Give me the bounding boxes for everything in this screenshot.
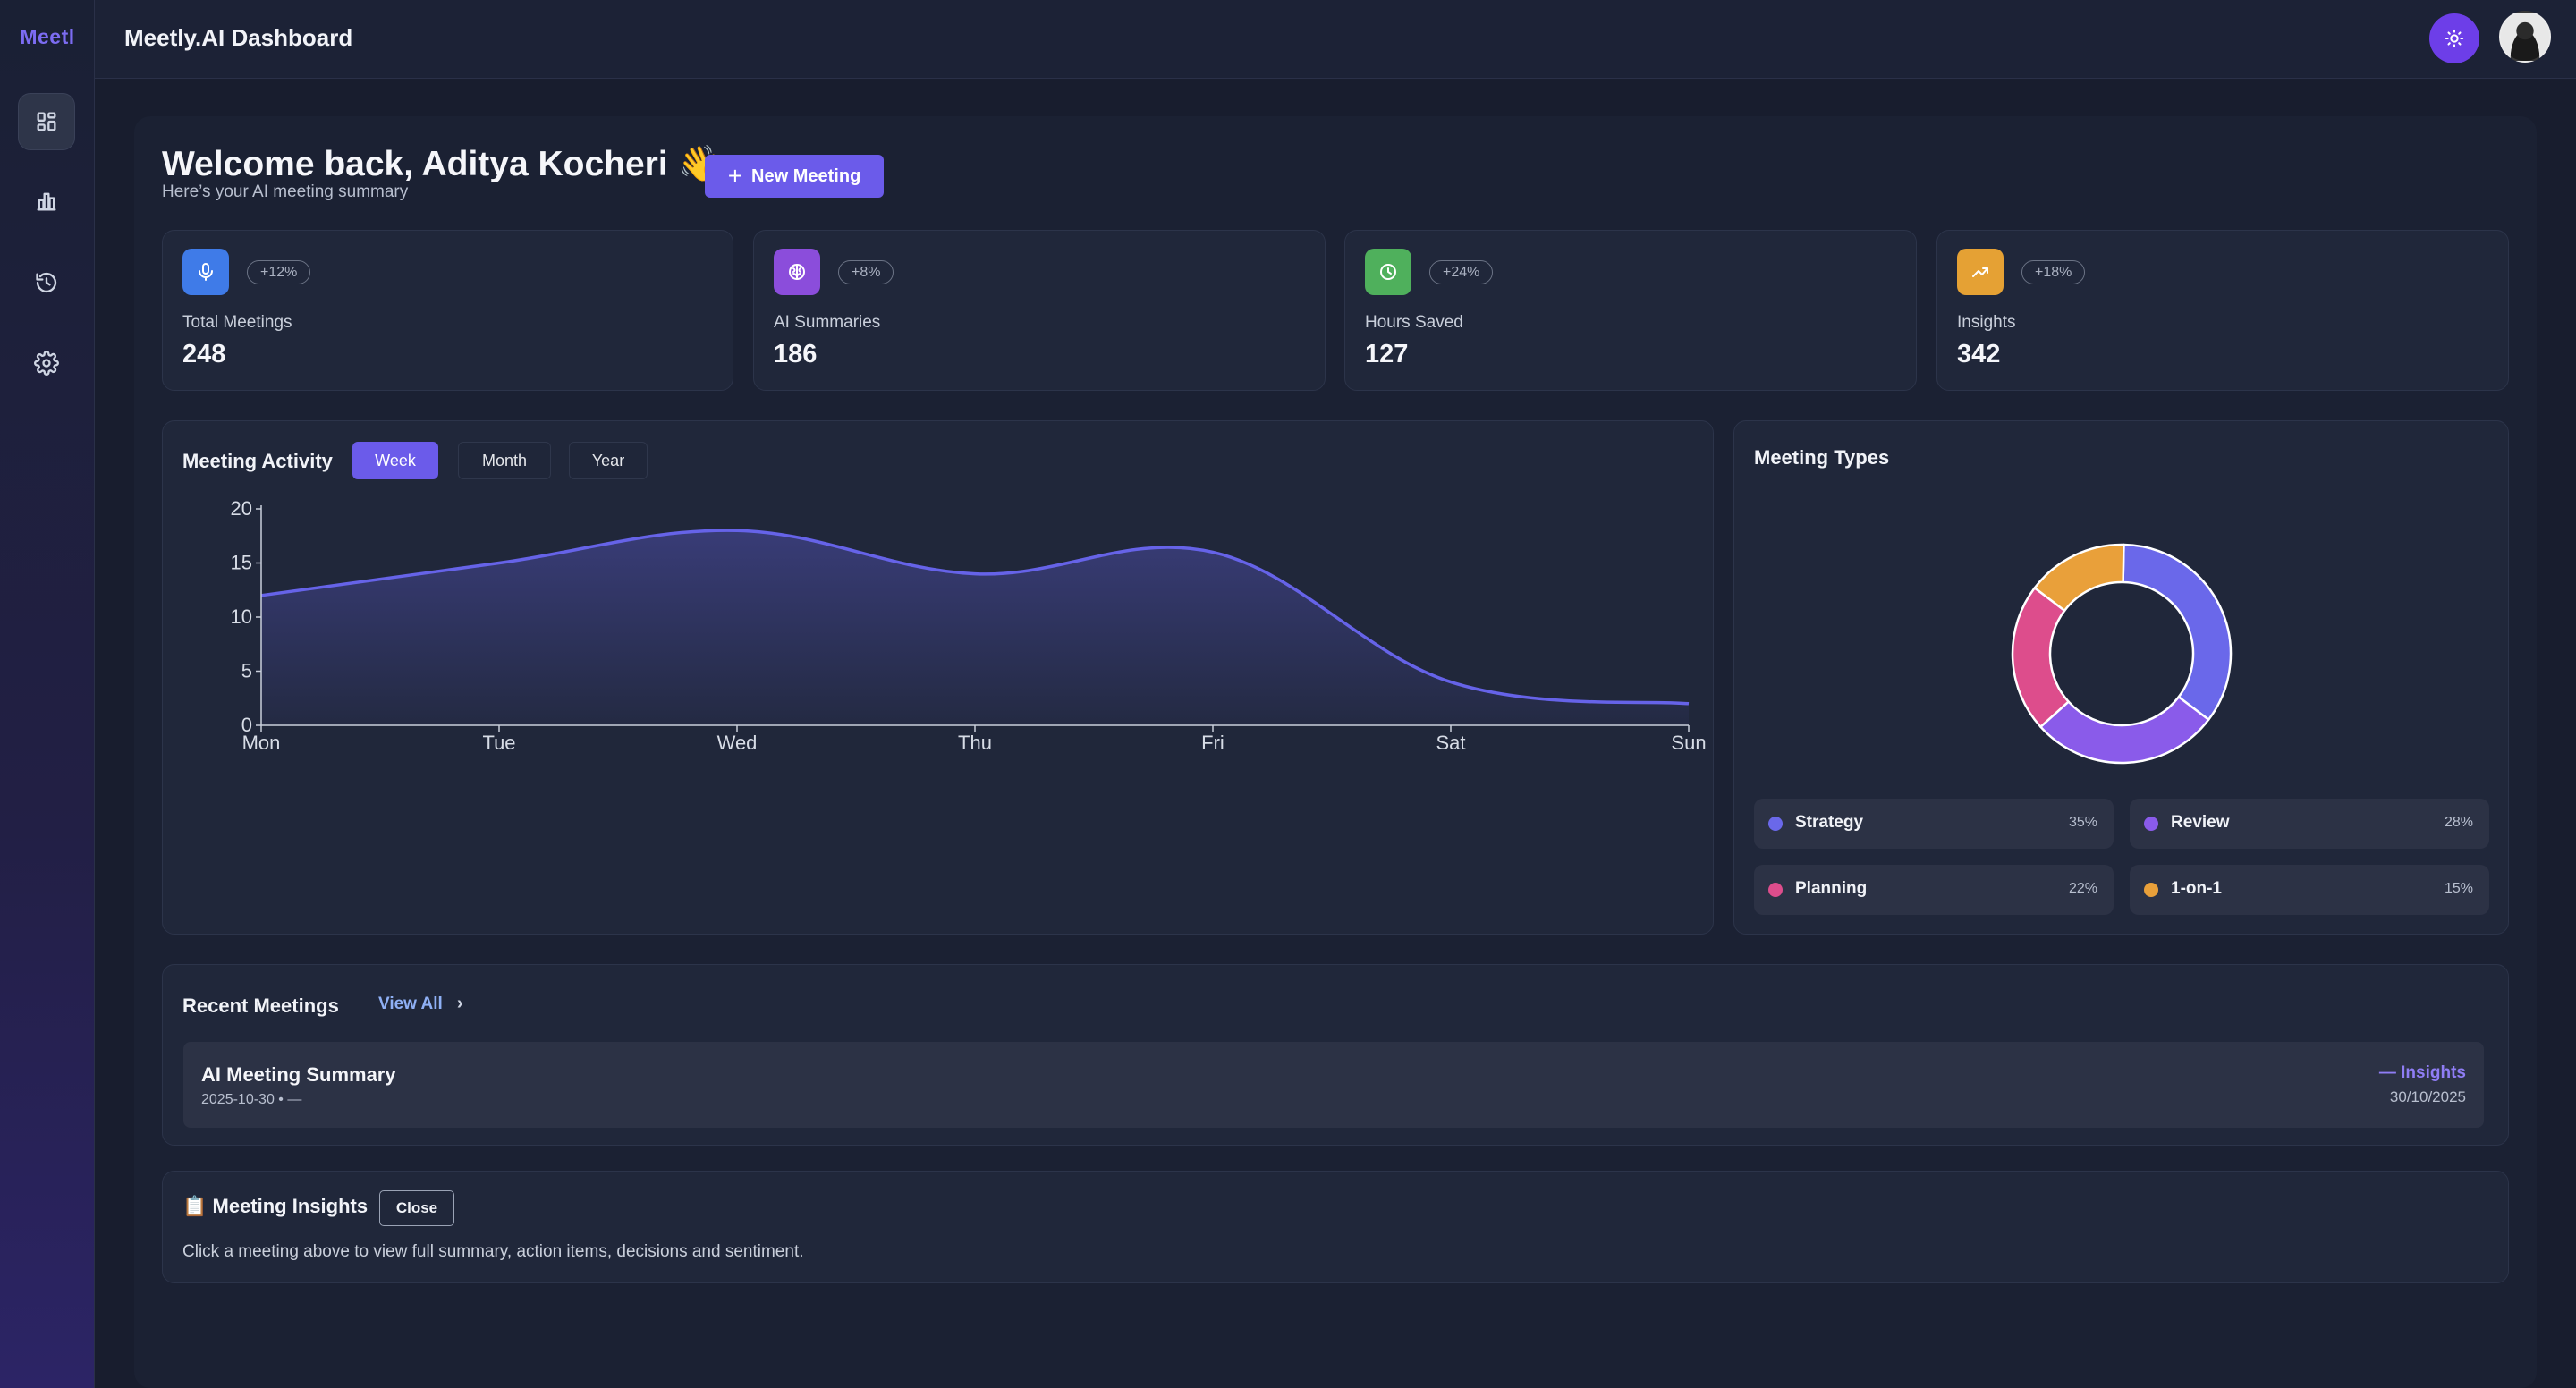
- stat-change-badge: +24%: [1429, 260, 1494, 284]
- meeting-row[interactable]: AI Meeting Summary 2025-10-30 • — — Insi…: [183, 1042, 2484, 1128]
- chevron-right-icon: ›: [456, 994, 463, 1013]
- stat-value: 342: [1957, 340, 2001, 368]
- x-tick-label: Tue: [482, 732, 515, 754]
- history-icon: [36, 272, 57, 293]
- legend-dot: [2144, 817, 2158, 831]
- legend-item-strategy[interactable]: Strategy 35%: [1754, 799, 2114, 849]
- dashboard-icon: [37, 112, 56, 131]
- clock-icon: [1365, 249, 1411, 295]
- stat-card-insights[interactable]: +18% Insights 342: [1936, 230, 2509, 391]
- x-tick-label: Thu: [958, 732, 992, 754]
- gear-icon: [34, 351, 59, 376]
- meeting-meta: 2025-10-30 • —: [201, 1092, 302, 1107]
- welcome-subtitle: Here’s your AI meeting summary: [162, 182, 409, 201]
- stat-change-badge: +12%: [247, 260, 311, 284]
- bar-chart-icon: [37, 192, 56, 211]
- meeting-types-card: Meeting Types Strategy 35% Review 28% Pl…: [1733, 420, 2509, 935]
- legend-item-1-on-1[interactable]: 1-on-1 15%: [2130, 865, 2489, 915]
- area-fill: [261, 530, 1689, 725]
- x-tick-label: Wed: [717, 732, 758, 754]
- donut-slice-planning: [2011, 587, 2070, 728]
- view-all-link[interactable]: View All ›: [378, 994, 462, 1014]
- types-title: Meeting Types: [1754, 446, 1890, 469]
- y-tick-label: 15: [231, 552, 252, 574]
- app-title: Meetly.AI Dashboard: [124, 24, 353, 51]
- nav-analytics[interactable]: [18, 173, 75, 230]
- legend-item-review[interactable]: Review 28%: [2130, 799, 2489, 849]
- legend-pct: 35%: [2068, 815, 2097, 830]
- meeting-types-donut-chart: [2011, 543, 2233, 765]
- stat-change-badge: +18%: [2021, 260, 2086, 284]
- user-avatar[interactable]: [2499, 11, 2551, 63]
- insights-description: Click a meeting above to view full summa…: [182, 1242, 804, 1261]
- new-meeting-button[interactable]: + New Meeting: [705, 155, 884, 198]
- legend-dot: [2144, 883, 2158, 897]
- view-all-label: View All: [378, 994, 443, 1013]
- donut-slice-strategy: [2122, 543, 2233, 721]
- x-tick-label: Mon: [242, 732, 281, 754]
- sidebar: Meetl: [0, 0, 95, 1388]
- nav-history[interactable]: [18, 254, 75, 311]
- legend-pct: 15%: [2444, 881, 2473, 896]
- stat-value: 127: [1365, 340, 1409, 368]
- app-logo[interactable]: Meetl: [0, 25, 95, 49]
- y-tick-label: 5: [242, 660, 252, 682]
- legend-pct: 28%: [2444, 815, 2473, 830]
- legend-dot: [1768, 883, 1783, 897]
- x-tick-label: Sat: [1436, 732, 1465, 754]
- brain-icon: [774, 249, 820, 295]
- plus-icon: +: [727, 162, 743, 190]
- theme-toggle-button[interactable]: [2429, 13, 2479, 63]
- stat-value: 248: [182, 340, 226, 368]
- insights-title: 📋 Meeting Insights: [182, 1195, 369, 1217]
- stat-label: Insights: [1957, 313, 2016, 332]
- x-tick-label: Sun: [1671, 732, 1706, 754]
- legend-name: 1-on-1: [2171, 879, 2222, 898]
- stat-label: Total Meetings: [182, 313, 292, 332]
- legend-name: Review: [2171, 813, 2230, 832]
- meeting-activity-card: Meeting Activity Week Month Year 0 5 10 15 2…: [162, 420, 1714, 935]
- y-tick-label: 10: [231, 605, 252, 628]
- activity-area-chart: 05101520Mon Tue Wed Thu Fri Sat Sun: [231, 497, 1707, 754]
- meeting-tag: — Insights: [2378, 1063, 2466, 1082]
- stat-label: AI Summaries: [774, 313, 881, 332]
- top-bar: Meetly.AI Dashboard: [95, 0, 2576, 79]
- legend-name: Strategy: [1795, 813, 1864, 832]
- x-tick-label: Fri: [1201, 732, 1224, 754]
- stat-card-hours-saved[interactable]: +24% Hours Saved 127: [1344, 230, 1917, 391]
- stat-card-total-meetings[interactable]: +12% Total Meetings 248: [162, 230, 733, 391]
- close-button[interactable]: Close: [379, 1190, 454, 1226]
- microphone-icon: [182, 249, 229, 295]
- meeting-insights-card: 📋 Meeting Insights Close Click a meeting…: [162, 1171, 2509, 1283]
- legend-item-planning[interactable]: Planning 22%: [1754, 865, 2114, 915]
- legend-dot: [1768, 817, 1783, 831]
- recent-title: Recent Meetings: [182, 994, 339, 1017]
- donut-slice-review: [2039, 696, 2210, 765]
- new-meeting-label: New Meeting: [751, 165, 861, 186]
- y-tick-label: 20: [231, 497, 252, 520]
- nav-dashboard[interactable]: [18, 93, 75, 150]
- sun-icon: [2445, 29, 2464, 48]
- stat-value: 186: [774, 340, 818, 368]
- meeting-title: AI Meeting Summary: [201, 1063, 396, 1086]
- meeting-date: 30/10/2025: [2389, 1088, 2466, 1105]
- stat-card-ai-summaries[interactable]: +8% AI Summaries 186: [753, 230, 1326, 391]
- nav-settings[interactable]: [18, 334, 75, 392]
- welcome-heading: Welcome back, Aditya Kocheri 👋: [162, 145, 722, 183]
- legend-name: Planning: [1795, 879, 1868, 898]
- stat-change-badge: +8%: [838, 260, 894, 284]
- trending-up-icon: [1957, 249, 2004, 295]
- recent-meetings-card: Recent Meetings View All › AI Meeting Su…: [162, 964, 2509, 1146]
- stat-label: Hours Saved: [1365, 313, 1463, 332]
- legend-pct: 22%: [2068, 881, 2097, 896]
